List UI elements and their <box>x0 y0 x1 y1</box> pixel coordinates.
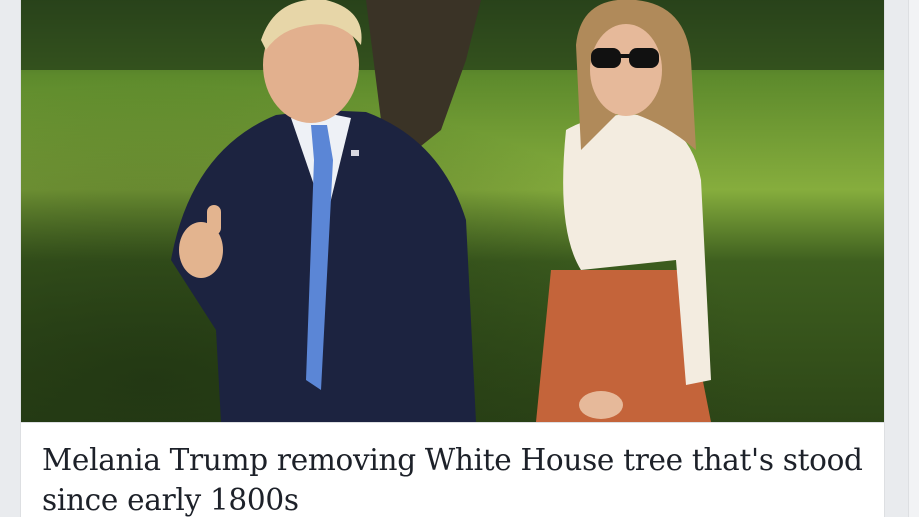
article-headline[interactable]: Melania Trump removing White House tree … <box>42 440 872 517</box>
link-preview-card[interactable]: Melania Trump removing White House tree … <box>20 0 885 517</box>
article-photo[interactable] <box>21 0 884 423</box>
scrollbar-edge[interactable] <box>908 0 919 517</box>
news-feed-page: Melania Trump removing White House tree … <box>0 0 919 517</box>
photo-illustration <box>21 0 884 422</box>
